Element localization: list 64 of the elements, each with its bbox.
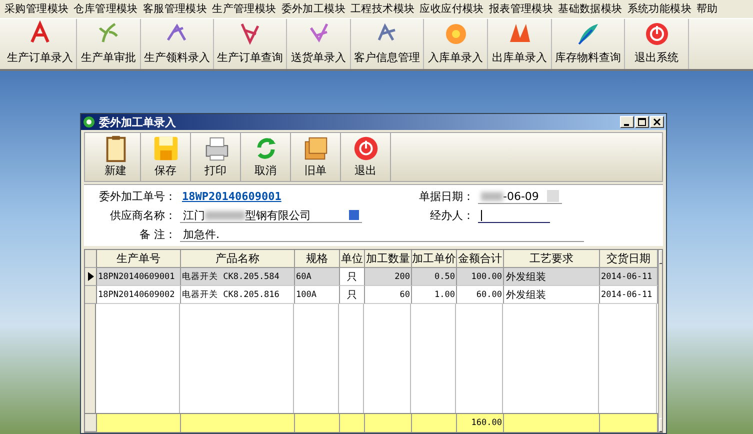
table-cell: 1.00 [412, 286, 457, 304]
close-icon [653, 118, 661, 126]
field-label: 经办人： [429, 208, 474, 223]
blurred-text [205, 210, 245, 220]
supplier-field[interactable]: 江门 型钢有限公司 [180, 208, 362, 223]
menu-item[interactable]: 采购管理模块 [2, 2, 72, 16]
column-header[interactable]: 单位 [340, 250, 365, 268]
minimize-button[interactable] [620, 116, 634, 128]
table-cell: 只 [340, 286, 365, 304]
close-button[interactable] [650, 116, 664, 128]
app-icon [83, 116, 95, 128]
table-cell: 外发组装 [504, 286, 600, 304]
field-label: 委外加工单号： [98, 189, 176, 204]
toolbar-button[interactable]: 新建 [91, 133, 141, 181]
toolbar-button[interactable]: 入库单录入 [424, 19, 488, 69]
toolbar-button[interactable]: 保存 [141, 133, 191, 181]
toolbar-button[interactable]: 生产订单录入 [4, 19, 77, 69]
toolbar-button[interactable]: 取消 [241, 133, 291, 181]
table-cell: 18PN20140609001 [97, 268, 181, 286]
maximize-icon [638, 118, 646, 126]
field-label: 供应商名称： [109, 208, 176, 223]
date-field[interactable]: -06-09 [478, 189, 562, 204]
menu-item[interactable]: 报表管理模块 [486, 2, 556, 16]
menu-item[interactable]: 委外加工模块 [278, 2, 348, 16]
table-cell: 200 [365, 268, 412, 286]
table-cell: 60A [295, 268, 340, 286]
menu-item[interactable]: 应收应付模块 [417, 2, 486, 16]
field-label: 备 注： [138, 227, 176, 242]
toolbar-button[interactable]: 客户信息管理 [351, 19, 424, 69]
table-cell: 60 [365, 286, 412, 304]
toolbar-button[interactable]: 退出系统 [625, 19, 689, 69]
toolbar-button[interactable]: 退出 [341, 133, 391, 181]
total-amount: 160.00 [457, 414, 504, 432]
blurred-text [481, 192, 503, 200]
toolbar-button[interactable]: 打印 [191, 133, 241, 181]
table-cell: 100.00 [457, 268, 504, 286]
maximize-button[interactable] [635, 116, 649, 128]
table-cell: 18PN20140609002 [97, 286, 181, 304]
menu-item[interactable]: 帮助 [694, 2, 720, 16]
order-number-link[interactable]: 18WP20140609001 [176, 190, 356, 203]
toolbar-button[interactable]: 送货单录入 [287, 19, 351, 69]
menu-item[interactable]: 生产管理模块 [210, 2, 279, 16]
table-cell: 电器开关 CK8.205.584 [181, 268, 295, 286]
toolbar-button[interactable]: 旧单 [291, 133, 341, 181]
remark-field[interactable]: 加急件. [180, 227, 584, 242]
menu-item[interactable]: 仓库管理模块 [71, 2, 140, 16]
table-cell: 60.00 [457, 286, 504, 304]
toolbar-button[interactable]: 生产单审批 [77, 19, 141, 69]
window-title: 委外加工单录入 [99, 114, 177, 130]
menu-item[interactable]: 工程技术模块 [348, 2, 418, 16]
toolbar-button[interactable]: 库存物料查询 [552, 19, 625, 69]
table-cell: 外发组装 [504, 268, 600, 286]
toolbar-button[interactable]: 生产订单查询 [214, 19, 287, 69]
menu-item[interactable]: 客服管理模块 [140, 2, 210, 16]
table-cell: 2014-06-11 [600, 268, 658, 286]
field-label: 单据日期： [418, 189, 474, 204]
table-cell: 100A [295, 286, 340, 304]
table-cell: 电器开关 CK8.205.816 [181, 286, 295, 304]
table-cell: 0.50 [412, 268, 457, 286]
row-header[interactable] [85, 268, 97, 286]
toolbar-button[interactable]: 出库单录入 [488, 19, 552, 69]
toolbar-button[interactable]: 生产领料录入 [141, 19, 214, 69]
menu-item[interactable]: 基础数据模块 [556, 2, 625, 16]
menu-item[interactable]: 系统功能模块 [624, 2, 694, 16]
